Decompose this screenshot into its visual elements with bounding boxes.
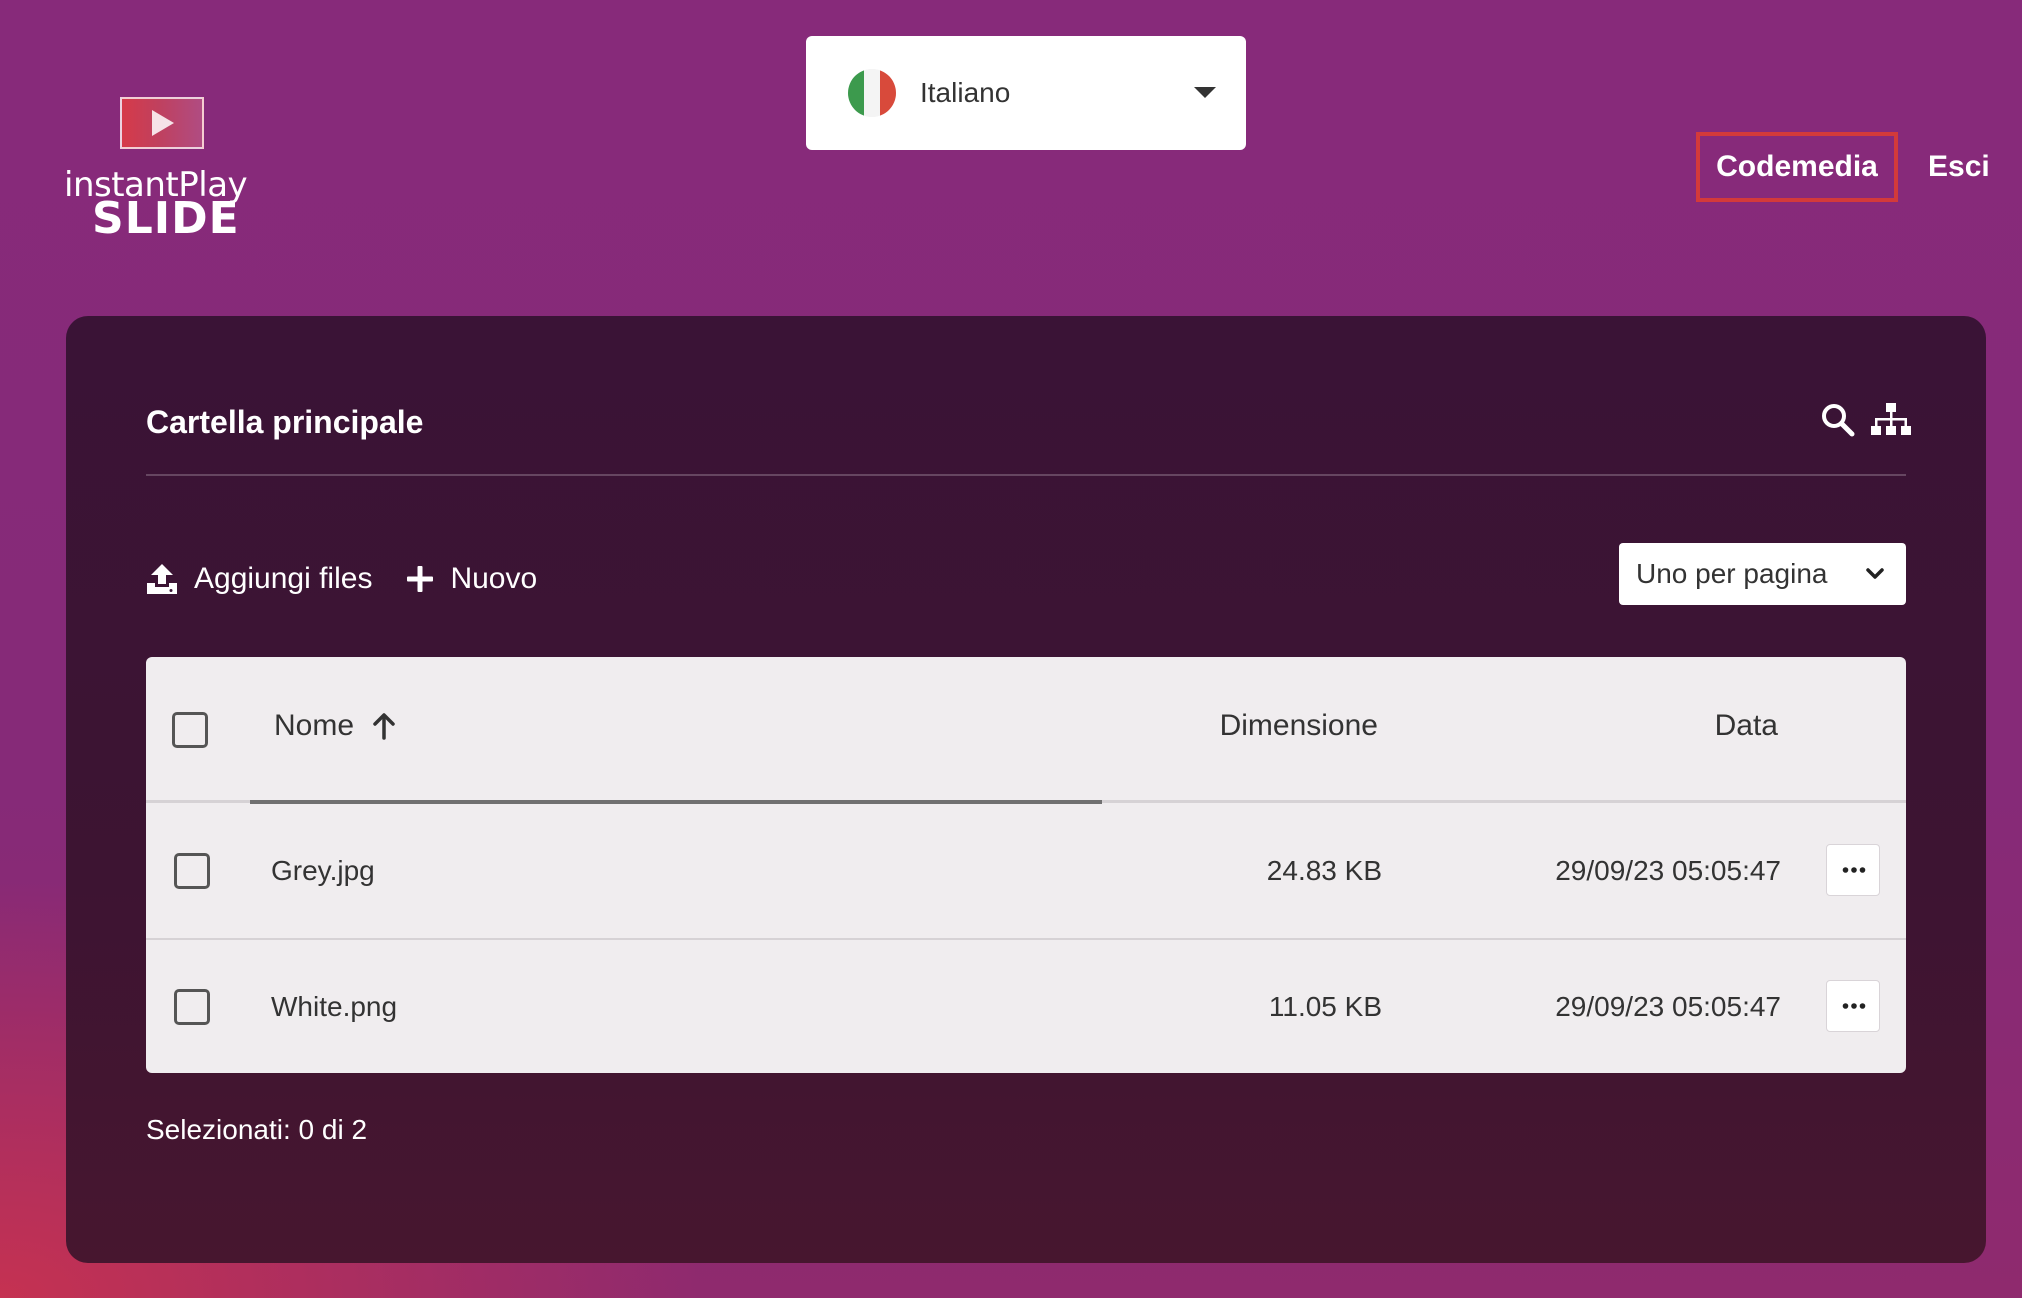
file-date: 29/09/23 05:05:47 [1555, 991, 1781, 1022]
logo-text-bottom: SLIDE [92, 193, 240, 244]
arrow-up-icon [373, 713, 395, 740]
panel-header-actions [1820, 402, 1912, 438]
search-icon[interactable] [1820, 402, 1856, 438]
column-header-name[interactable]: Nome [274, 709, 396, 743]
folder-title: Cartella principale [146, 404, 424, 440]
ellipsis-icon [1842, 867, 1866, 873]
upload-icon [147, 564, 177, 594]
sitemap-icon[interactable] [1870, 402, 1912, 438]
column-name-label: Nome [274, 709, 355, 742]
row-actions-button[interactable] [1826, 980, 1880, 1032]
row-checkbox[interactable] [174, 853, 210, 889]
selection-count: Selezionati: 0 di 2 [146, 1114, 368, 1145]
table-row[interactable]: White.png 11.05 KB 29/09/23 05:05:47 [146, 940, 1906, 1073]
user-account-link[interactable]: Codemedia [1696, 132, 1898, 202]
ellipsis-icon [1842, 1003, 1866, 1009]
per-page-value: Uno per pagina [1636, 558, 1828, 589]
file-table: Nome Dimensione Data Grey.jpg 24.83 KB 2… [146, 657, 1906, 1073]
row-checkbox[interactable] [174, 989, 210, 1025]
file-name[interactable]: White.png [271, 940, 397, 1073]
file-date: 29/09/23 05:05:47 [1555, 855, 1781, 886]
column-header-size[interactable]: Dimensione [1220, 709, 1378, 743]
language-select[interactable]: Italiano [806, 36, 1246, 150]
toolbar: Aggiungi files Nuovo [146, 549, 537, 609]
file-name[interactable]: Grey.jpg [271, 804, 375, 938]
file-size: 11.05 KB [1268, 991, 1382, 1022]
column-header-date[interactable]: Data [1715, 709, 1778, 743]
chevron-down-icon [1866, 568, 1884, 579]
new-button[interactable]: Nuovo [406, 562, 537, 596]
logout-link[interactable]: Esci [1928, 132, 1990, 202]
italy-flag-icon [848, 69, 896, 117]
select-all-checkbox[interactable] [172, 712, 208, 748]
header-divider [146, 474, 1906, 476]
upload-files-button[interactable]: Aggiungi files [146, 562, 372, 596]
app-logo: instantPlay SLIDE [62, 95, 262, 245]
caret-down-icon [1194, 87, 1216, 98]
file-size: 24.83 KB [1266, 855, 1382, 886]
play-logo-icon [120, 97, 204, 149]
per-page-select[interactable]: Uno per pagina [1619, 543, 1906, 605]
language-select-value: Italiano [920, 77, 1011, 108]
table-row[interactable]: Grey.jpg 24.83 KB 29/09/23 05:05:47 [146, 804, 1906, 940]
row-actions-button[interactable] [1826, 844, 1880, 896]
upload-files-label: Aggiungi files [194, 562, 373, 595]
table-header: Nome Dimensione Data [146, 657, 1906, 803]
file-manager-panel: Cartella principale Aggiungi files Nuovo… [66, 316, 1986, 1263]
plus-icon [407, 566, 434, 592]
new-label: Nuovo [450, 562, 538, 595]
